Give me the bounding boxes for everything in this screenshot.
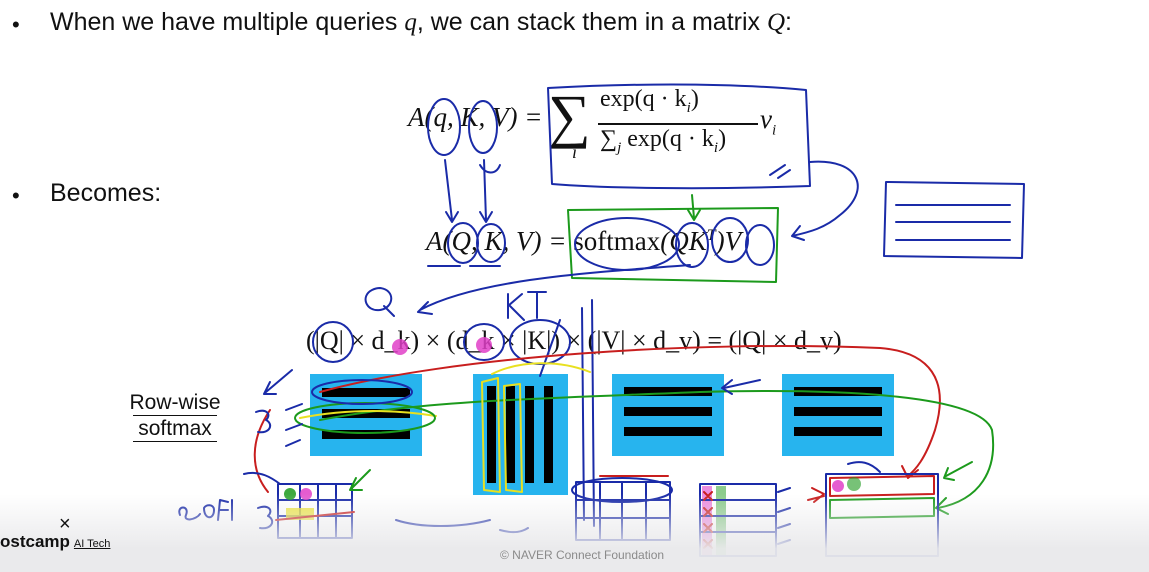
- bullet-marker-1: •: [12, 12, 20, 37]
- kt-matrix-block: [473, 374, 568, 495]
- bullet-text-2: Becomes:: [50, 179, 162, 207]
- attention-equation-matrix: A(Q, K, V) = softmax(QKT)V: [426, 226, 742, 256]
- copyright-text: © NAVER Connect Foundation: [500, 548, 665, 562]
- v-matrix-block: [612, 374, 724, 456]
- bullet-text-1: When we have multiple queries q, we can …: [50, 8, 792, 36]
- q-matrix-block: [310, 374, 422, 456]
- dimension-equation: (|Q| × d_k) × (d_k × |K|) × (|V| × d_v) …: [306, 326, 842, 355]
- fraction-bar: [598, 123, 758, 125]
- fraction-denominator: ∑j exp(q · ki): [600, 126, 727, 156]
- bullet-marker-2: •: [12, 183, 20, 208]
- row-wise-softmax-label: Row-wise softmax: [129, 391, 221, 442]
- brand-logo: ostcamp AI Tech: [0, 532, 111, 551]
- fraction-numerator: exp(q · ki): [600, 86, 699, 116]
- output-matrix-block: [782, 374, 894, 456]
